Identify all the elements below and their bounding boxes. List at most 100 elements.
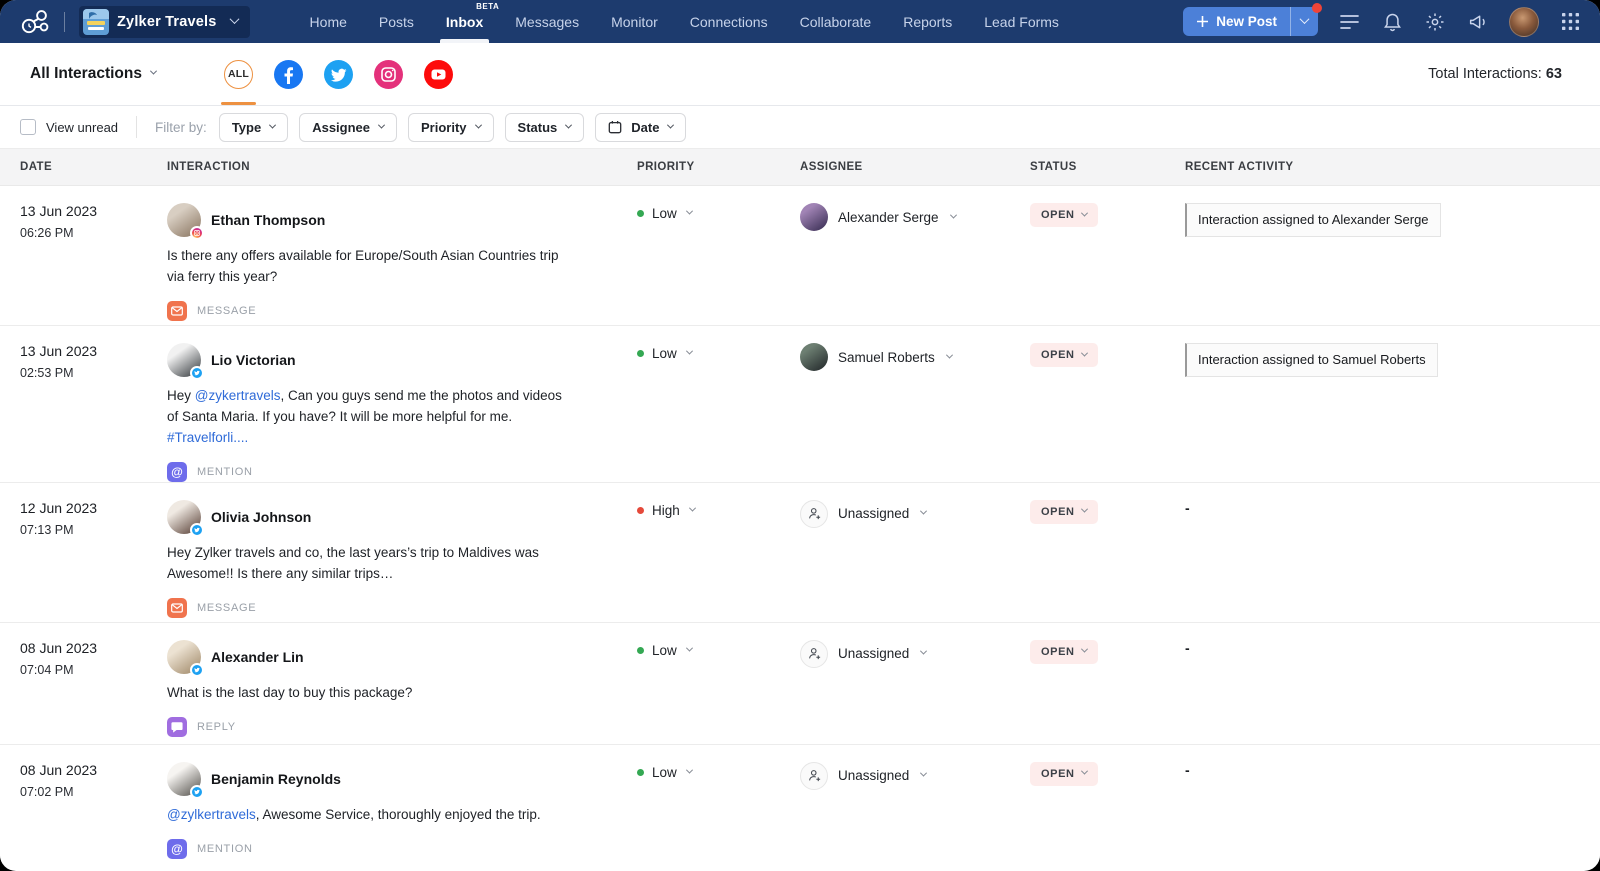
message-text: , Awesome Service, thoroughly enjoyed th… bbox=[256, 807, 541, 822]
author-avatar[interactable] bbox=[167, 500, 201, 534]
column-header-interaction: Interaction bbox=[147, 161, 617, 173]
priority-dropdown[interactable]: Low bbox=[637, 206, 780, 221]
calendar-icon bbox=[608, 120, 622, 134]
nav-item-monitor[interactable]: Monitor bbox=[611, 0, 658, 43]
network-tab-twitter[interactable] bbox=[324, 60, 353, 89]
interaction-date: 08 Jun 2023 bbox=[20, 762, 147, 778]
author-name[interactable]: Benjamin Reynolds bbox=[211, 771, 341, 787]
interaction-row[interactable]: 08 Jun 202307:04 PMAlexander LinWhat is … bbox=[0, 623, 1600, 745]
interaction-row[interactable]: 08 Jun 202307:02 PMBenjamin Reynolds@zyl… bbox=[0, 745, 1600, 864]
interaction-message: Hey Zylker travels and co, the last year… bbox=[167, 543, 573, 585]
filter-status-button[interactable]: Status bbox=[505, 113, 585, 142]
priority-cell: Low bbox=[617, 186, 780, 325]
bell-icon[interactable] bbox=[1380, 10, 1404, 34]
mention-link[interactable]: #Travelforli.... bbox=[167, 430, 248, 445]
author-avatar[interactable] bbox=[167, 762, 201, 796]
author-avatar[interactable] bbox=[167, 203, 201, 237]
mention-link[interactable]: @zykertravels bbox=[195, 388, 281, 403]
author-name[interactable]: Olivia Johnson bbox=[211, 509, 311, 525]
network-tab-all[interactable]: ALL bbox=[224, 60, 253, 89]
interaction-time: 07:13 PM bbox=[20, 523, 147, 537]
priority-dropdown[interactable]: High bbox=[637, 503, 780, 518]
total-interactions-count: 63 bbox=[1546, 66, 1562, 82]
nav-item-lead-forms[interactable]: Lead Forms bbox=[984, 0, 1059, 43]
priority-cell: Low bbox=[617, 326, 780, 482]
priority-dot bbox=[637, 350, 644, 357]
interaction-row[interactable]: 13 Jun 202302:53 PMLio VictorianHey @zyk… bbox=[0, 326, 1600, 483]
assignee-dropdown[interactable]: Alexander Serge bbox=[800, 203, 1010, 231]
interaction-row[interactable]: 12 Jun 2023 07:13 PM Olivia Johnson Hey Zyl… bbox=[0, 483, 1600, 623]
nav-item-connections[interactable]: Connections bbox=[690, 0, 768, 43]
brand-selector[interactable]: Zylker Travels bbox=[79, 6, 250, 38]
menu-lines-icon[interactable] bbox=[1337, 10, 1361, 34]
filter-priority-button[interactable]: Priority bbox=[408, 113, 494, 142]
zoho-social-logo-icon[interactable] bbox=[20, 8, 50, 36]
priority-dropdown[interactable]: Low bbox=[637, 643, 780, 658]
mention-link[interactable]: @zylkertravels bbox=[167, 807, 256, 822]
interactions-bar: All Interactions ALL Total Interactions:… bbox=[0, 43, 1600, 106]
message-text: Hey Zylker travels and co, the last year… bbox=[167, 545, 539, 581]
author-name[interactable]: Alexander Lin bbox=[211, 649, 304, 665]
filter-type-button[interactable]: Type bbox=[219, 113, 288, 142]
network-tab-youtube[interactable] bbox=[424, 60, 453, 89]
status-dropdown[interactable]: OPEN bbox=[1030, 500, 1098, 524]
network-tab-facebook[interactable] bbox=[274, 60, 303, 89]
status-badge: OPEN bbox=[1041, 349, 1075, 361]
status-badge: OPEN bbox=[1041, 209, 1075, 221]
interaction-type: MESSAGE bbox=[167, 301, 617, 321]
gear-icon[interactable] bbox=[1423, 10, 1447, 34]
new-post-button[interactable]: New Post bbox=[1183, 7, 1318, 36]
app-window: Zylker Travels Home Posts InboxBETA Message… bbox=[0, 0, 1600, 871]
network-tab-instagram[interactable] bbox=[374, 60, 403, 89]
status-dropdown[interactable]: OPEN bbox=[1030, 640, 1098, 664]
view-unread-checkbox[interactable] bbox=[20, 119, 36, 135]
filter-assignee-button[interactable]: Assignee bbox=[299, 113, 397, 142]
recent-activity-cell: - bbox=[1165, 623, 1600, 744]
author-avatar[interactable] bbox=[167, 640, 201, 674]
priority-dropdown[interactable]: Low bbox=[637, 765, 780, 780]
nav-item-inbox[interactable]: InboxBETA bbox=[446, 0, 483, 43]
youtube-icon bbox=[424, 60, 453, 89]
status-dropdown[interactable]: OPEN bbox=[1030, 762, 1098, 786]
mention-icon: @ bbox=[167, 462, 187, 482]
nav-item-reports[interactable]: Reports bbox=[903, 0, 952, 43]
interaction-type-label: MESSAGE bbox=[197, 305, 256, 317]
priority-label: Low bbox=[652, 206, 677, 221]
twitter-badge-icon bbox=[190, 663, 204, 677]
main-nav: Home Posts InboxBETA Messages Monitor Connect… bbox=[310, 0, 1059, 43]
author-avatar[interactable] bbox=[167, 343, 201, 377]
filter-bar: View unread Filter by: TypeAssigneePrior… bbox=[0, 106, 1600, 149]
interactions-view-selector[interactable]: All Interactions bbox=[30, 65, 156, 83]
recent-activity-empty: - bbox=[1185, 640, 1190, 656]
author-name[interactable]: Lio Victorian bbox=[211, 352, 296, 368]
interaction-row[interactable]: 13 Jun 202306:26 PMEthan ThompsonIs ther… bbox=[0, 186, 1600, 326]
author-name[interactable]: Ethan Thompson bbox=[211, 212, 325, 228]
top-nav: Zylker Travels Home Posts InboxBETA Message… bbox=[0, 0, 1600, 43]
recent-activity-cell: - bbox=[1165, 745, 1600, 864]
chevron-down-icon bbox=[269, 121, 276, 128]
status-dropdown[interactable]: OPEN bbox=[1030, 203, 1098, 227]
interaction-date: 12 Jun 2023 bbox=[20, 500, 147, 516]
assignee-dropdown[interactable]: Unassigned bbox=[800, 640, 1010, 668]
filter-date-button[interactable]: Date bbox=[595, 113, 686, 142]
nav-item-home[interactable]: Home bbox=[310, 0, 347, 43]
status-cell: OPEN bbox=[1010, 326, 1165, 482]
assignee-cell: Unassigned bbox=[780, 483, 1010, 622]
interaction-type: @MENTION bbox=[167, 839, 617, 859]
interaction-date: 13 Jun 2023 bbox=[20, 203, 147, 219]
status-dropdown[interactable]: OPEN bbox=[1030, 343, 1098, 367]
assignee-dropdown[interactable]: Unassigned bbox=[800, 500, 1010, 528]
assignee-dropdown[interactable]: Unassigned bbox=[800, 762, 1010, 790]
nav-item-collaborate[interactable]: Collaborate bbox=[800, 0, 872, 43]
nav-item-posts[interactable]: Posts bbox=[379, 0, 414, 43]
nav-item-messages[interactable]: Messages bbox=[515, 0, 579, 43]
status-badge: OPEN bbox=[1041, 768, 1075, 780]
priority-dropdown[interactable]: Low bbox=[637, 346, 780, 361]
user-avatar[interactable] bbox=[1509, 7, 1539, 37]
megaphone-icon[interactable] bbox=[1466, 10, 1490, 34]
apps-grid-icon[interactable] bbox=[1558, 10, 1582, 34]
chevron-down-icon bbox=[920, 508, 927, 515]
message-text: Hey bbox=[167, 388, 195, 403]
assignee-name: Unassigned bbox=[838, 506, 909, 521]
assignee-dropdown[interactable]: Samuel Roberts bbox=[800, 343, 1010, 371]
